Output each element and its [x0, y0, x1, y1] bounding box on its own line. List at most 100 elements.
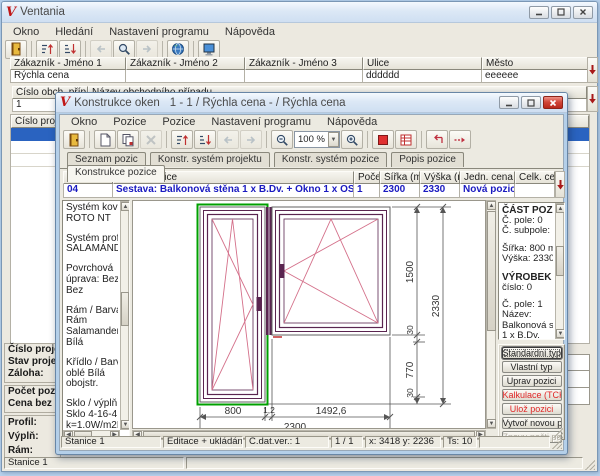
delete-position-button[interactable] [140, 130, 162, 149]
sort-desc-button[interactable] [194, 130, 216, 149]
customers-row[interactable]: Rýchla cena dddddd eeeeee [10, 70, 590, 83]
sort-asc-button[interactable] [36, 40, 58, 59]
sort-asc-button[interactable] [171, 130, 193, 149]
scroll-down-icon[interactable]: ▼ [121, 420, 130, 429]
info-vscrollbar[interactable]: ▲ ▼ [555, 203, 564, 339]
maximize-button[interactable] [551, 6, 571, 19]
properties-panel[interactable]: Systém kování: ROTO NT Systém profilů: S… [62, 200, 130, 440]
main-titlebar[interactable]: V Ventania [2, 2, 597, 23]
exit-button[interactable] [63, 130, 85, 149]
menu-napoveda[interactable]: Nápověda [320, 115, 384, 129]
scroll-up-icon[interactable]: ▲ [487, 201, 496, 210]
forward-icon [244, 133, 258, 147]
canvas-vscrollbar[interactable]: ▲ ▼ [486, 200, 496, 429]
dash-red-icon [453, 133, 467, 147]
undo-red-icon [430, 133, 444, 147]
menu-hledani[interactable]: Hledání [48, 25, 100, 39]
back-button[interactable] [90, 40, 112, 59]
zoom-in-button[interactable] [341, 130, 363, 149]
station-button[interactable] [198, 40, 220, 59]
scroll-thumb[interactable] [121, 292, 129, 326]
zoom-combobox[interactable]: 100 % ▼ [294, 131, 340, 148]
menu-pozice-1[interactable]: Pozice [106, 115, 153, 129]
field-label: Rám: [5, 444, 60, 458]
sort-desc-button[interactable] [59, 40, 81, 59]
tab-popis-pozice[interactable]: Popis pozice [391, 152, 464, 167]
cases-scroll-down-button[interactable] [587, 86, 598, 112]
properties-vscrollbar[interactable]: ▲ ▼ [120, 201, 129, 430]
close-button[interactable] [543, 96, 563, 109]
exit-button[interactable] [5, 40, 27, 59]
resize-grip[interactable] [552, 439, 562, 449]
internet-button[interactable] [167, 40, 189, 59]
zoom-out-button[interactable] [271, 130, 293, 149]
column-header[interactable]: Zákazník - Jméno 3 [245, 57, 363, 70]
fill-view-button[interactable] [372, 130, 394, 149]
menu-nastaveni-programu[interactable]: Nastavení programu [204, 115, 318, 129]
tab-konstr-system-pozice[interactable]: Konstr. systém pozice [274, 152, 387, 167]
dim-30-top: 30 [405, 325, 415, 335]
column-header[interactable]: Jedn. cena [460, 171, 515, 184]
status-page: 1 / 1 [331, 436, 363, 448]
menu-pozice-2[interactable]: Pozice [155, 115, 202, 129]
back-button[interactable] [217, 130, 239, 149]
resize-grip[interactable] [585, 460, 595, 470]
calculation-button[interactable]: Kalkulace (TCK) [502, 389, 562, 401]
new-position-button[interactable] [94, 130, 116, 149]
tab-strip: Seznam pozic Konstr. systém projektu Kon… [60, 150, 563, 169]
customers-scroll-down-button[interactable] [587, 57, 598, 83]
custom-type-button[interactable]: Vlastní typ [502, 361, 562, 373]
minimize-button[interactable] [529, 6, 549, 19]
menu-okno[interactable]: Okno [64, 115, 104, 129]
dim-2330: 2330 [431, 294, 442, 317]
drawing-canvas[interactable]: 1500 30 770 30 2330 800 1,2 1492,6 2300 [132, 200, 486, 429]
maximize-button[interactable] [521, 96, 541, 109]
forward-button[interactable] [136, 40, 158, 59]
status-data-version: Č.dat.ver.: 1 [245, 436, 329, 448]
scroll-down-icon[interactable]: ▼ [487, 419, 496, 428]
dim-30-bottom: 30 [405, 388, 415, 398]
cell [126, 70, 245, 83]
back-icon [221, 133, 235, 147]
field-label: Cena bez [5, 398, 60, 410]
exit-door-icon [9, 42, 23, 56]
menu-napoveda[interactable]: Nápověda [218, 25, 282, 39]
close-icon [579, 8, 587, 16]
column-header[interactable]: Město [482, 57, 590, 70]
column-header[interactable]: Zákazník - Jméno 2 [126, 57, 245, 70]
scroll-thumb[interactable] [556, 246, 564, 276]
tab-konstrukce-pozice[interactable]: Konstrukce pozice [67, 165, 165, 182]
column-header[interactable]: Celk. cena [515, 171, 555, 184]
step-button[interactable] [449, 130, 471, 149]
undo-button[interactable] [426, 130, 448, 149]
menu-nastaveni-programu[interactable]: Nastavení programu [102, 25, 216, 39]
column-header[interactable]: Ulice [363, 57, 482, 70]
scroll-up-icon[interactable]: ▲ [556, 204, 565, 213]
positions-scroll-down-button[interactable] [555, 171, 565, 198]
chevron-down-icon[interactable]: ▼ [328, 132, 339, 147]
forward-button[interactable] [240, 130, 262, 149]
standard-type-button[interactable]: Standardní typ [502, 347, 562, 359]
part-info-panel[interactable]: ČÁST POZICE Č. pole: 0 Č. subpole: 0 Šíř… [498, 202, 565, 340]
child-window-subtitle: 1 - 1 / Rýchla cena - / Rýchla cena [170, 97, 346, 109]
column-header[interactable]: Zákazník - Jméno 1 [10, 57, 126, 70]
column-header[interactable]: Výška (mm) [420, 171, 460, 184]
tab-konstr-system-projektu[interactable]: Konstr. systém projektu [150, 152, 270, 167]
copy-position-button[interactable] [117, 130, 139, 149]
edit-position-button[interactable]: Uprav pozici [502, 375, 562, 387]
scroll-down-icon[interactable]: ▼ [556, 329, 565, 338]
search-button[interactable] [113, 40, 135, 59]
close-button[interactable] [573, 6, 593, 19]
grid-view-button[interactable] [395, 130, 417, 149]
save-position-button[interactable]: Ulož pozici [502, 403, 562, 415]
scroll-thumb[interactable] [487, 211, 496, 331]
column-header[interactable]: Počet (k [354, 171, 380, 184]
scroll-up-icon[interactable]: ▲ [121, 202, 130, 211]
column-header[interactable]: Šířka (mm) [380, 171, 420, 184]
toolbar-separator [421, 131, 422, 148]
main-toolbar [2, 39, 597, 59]
menu-okno[interactable]: Okno [6, 25, 46, 39]
minimize-button[interactable] [499, 96, 519, 109]
child-titlebar[interactable]: V Konstrukce oken 1 - 1 / Rýchla cena - … [56, 93, 567, 113]
position-row[interactable]: 04 Sestava: Balkonová stěna 1 x B.Dv. + … [63, 184, 555, 198]
